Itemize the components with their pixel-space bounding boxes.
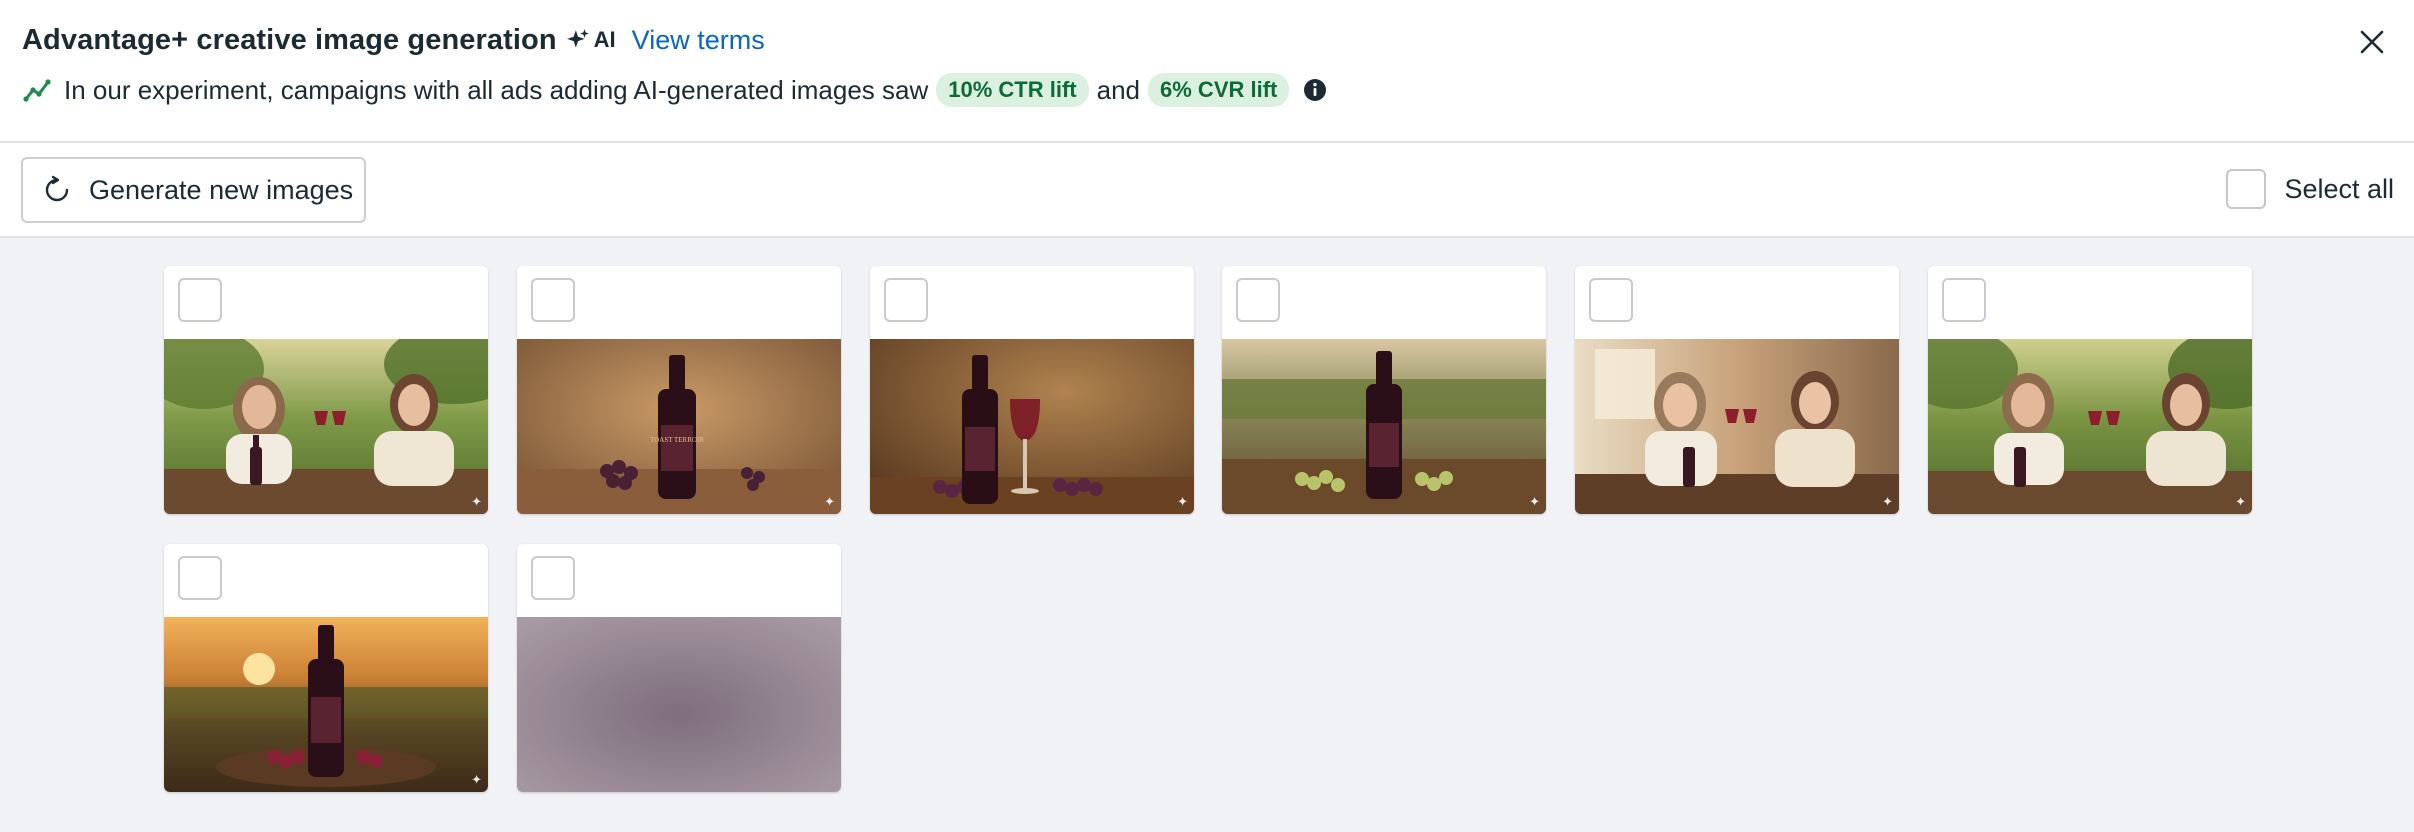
info-icon[interactable] bbox=[1303, 78, 1327, 102]
image-select-checkbox[interactable] bbox=[1236, 278, 1280, 322]
dialog-title: Advantage+ creative image generation bbox=[22, 23, 557, 56]
close-icon bbox=[2360, 30, 2384, 54]
generated-image: ✦ bbox=[164, 339, 488, 514]
title-row: Advantage+ creative image generation AI … bbox=[22, 20, 765, 60]
ai-sparkle-icon bbox=[566, 29, 589, 48]
generated-image: ✦ bbox=[1928, 339, 2252, 514]
image-card[interactable]: ✦ bbox=[164, 266, 488, 514]
image-card[interactable]: ✦ bbox=[1575, 266, 1899, 514]
generated-image: ✦ bbox=[1575, 339, 1899, 514]
experiment-text: In our experiment, campaigns with all ad… bbox=[64, 74, 929, 105]
close-button[interactable] bbox=[2352, 22, 2392, 62]
ai-generated-sparkle-icon: ✦ bbox=[1882, 494, 1893, 509]
generate-new-images-button[interactable]: Generate new images bbox=[21, 157, 366, 223]
experiment-conjunction: and bbox=[1096, 74, 1141, 105]
ai-generated-sparkle-icon: ✦ bbox=[471, 494, 482, 509]
image-select-checkbox[interactable] bbox=[884, 278, 928, 322]
image-select-checkbox[interactable] bbox=[1589, 278, 1633, 322]
image-card[interactable]: ✦ bbox=[1222, 266, 1546, 514]
image-select-checkbox[interactable] bbox=[178, 278, 222, 322]
ai-badge: AI bbox=[565, 27, 616, 53]
ai-generated-sparkle-icon: ✦ bbox=[1177, 494, 1188, 509]
image-card[interactable]: ✦ bbox=[164, 544, 488, 792]
image-grid: ✦ TOAST TERROIR ✦ ✦ ✦ ✦ ✦ ✦ bbox=[0, 238, 2414, 832]
generated-image: TOAST TERROIR ✦ bbox=[517, 339, 841, 514]
generate-button-label: Generate new images bbox=[89, 174, 354, 205]
image-select-checkbox[interactable] bbox=[531, 556, 575, 600]
image-select-checkbox[interactable] bbox=[531, 278, 575, 322]
image-card[interactable]: ✦ bbox=[1928, 266, 2252, 514]
ctr-lift-badge: 10% CTR lift bbox=[936, 73, 1089, 107]
generated-image: ✦ bbox=[870, 339, 1194, 514]
loading-image-placeholder bbox=[517, 617, 841, 792]
image-select-checkbox[interactable] bbox=[178, 556, 222, 600]
dialog-header: Advantage+ creative image generation AI … bbox=[0, 0, 2414, 143]
image-card[interactable]: ✦ bbox=[870, 266, 1194, 514]
select-all-label: Select all bbox=[2284, 173, 2394, 204]
svg-text:TOAST TERROIR: TOAST TERROIR bbox=[650, 436, 704, 444]
ai-generated-sparkle-icon: ✦ bbox=[2235, 494, 2246, 509]
ai-generated-sparkle-icon: ✦ bbox=[1529, 494, 1540, 509]
view-terms-link[interactable]: View terms bbox=[632, 25, 765, 56]
refresh-icon bbox=[45, 175, 69, 202]
cvr-lift-badge: 6% CVR lift bbox=[1148, 73, 1290, 107]
toolbar: Generate new images Select all bbox=[0, 143, 2414, 238]
generated-image: ✦ bbox=[1222, 339, 1546, 514]
image-card[interactable]: TOAST TERROIR ✦ bbox=[517, 266, 841, 514]
select-all-checkbox[interactable] bbox=[2226, 169, 2267, 209]
generated-image: ✦ bbox=[164, 617, 488, 792]
select-all-control[interactable]: Select all bbox=[2226, 169, 2394, 209]
trend-up-icon bbox=[23, 79, 51, 102]
image-card-loading[interactable] bbox=[517, 544, 841, 792]
ai-generated-sparkle-icon: ✦ bbox=[471, 772, 482, 787]
image-select-checkbox[interactable] bbox=[1942, 278, 1986, 322]
ai-label: AI bbox=[593, 27, 616, 52]
ai-generated-sparkle-icon: ✦ bbox=[824, 494, 835, 509]
experiment-note: In our experiment, campaigns with all ad… bbox=[22, 70, 1327, 110]
